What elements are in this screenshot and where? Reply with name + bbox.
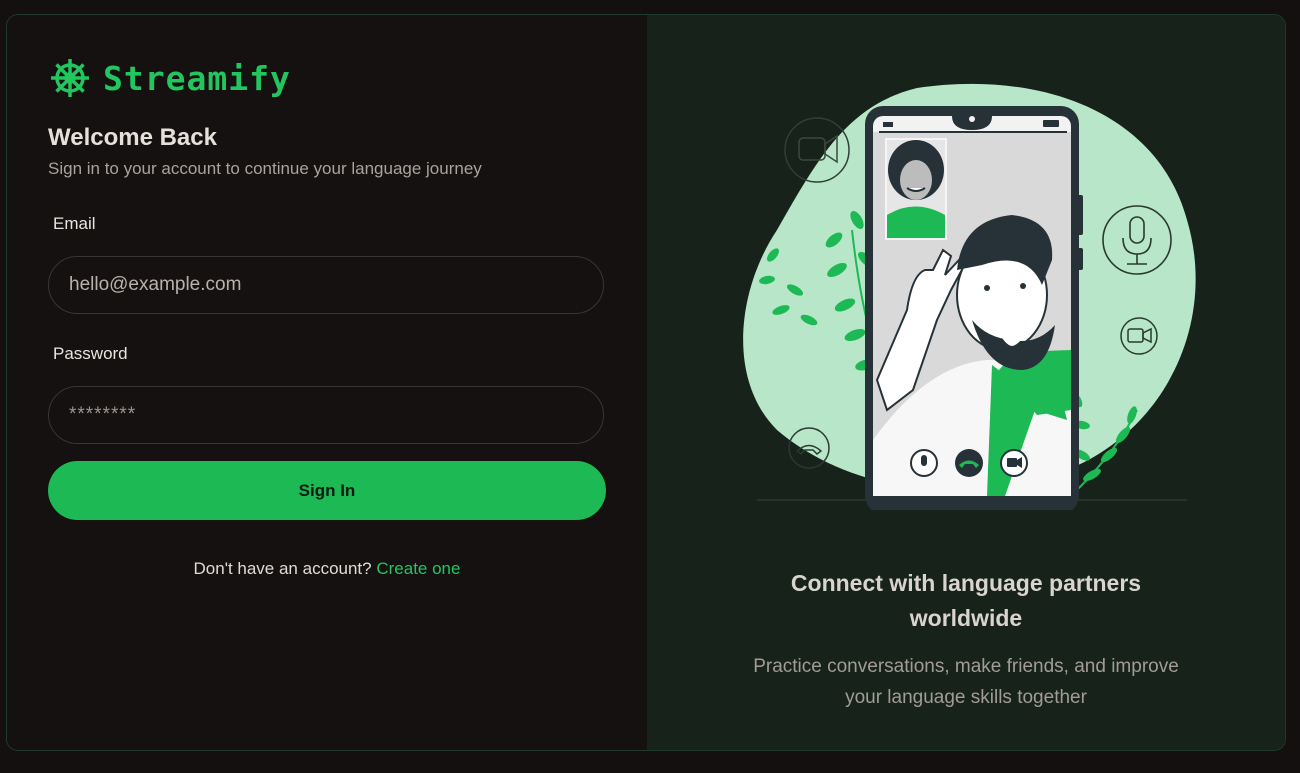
ship-wheel-icon [51, 59, 89, 97]
sign-in-button[interactable]: Sign In [48, 461, 606, 520]
signup-prompt: Don't have an account? [193, 559, 372, 578]
video-call-illustration [743, 83, 1196, 510]
page-subtitle: Sign in to your account to continue your… [48, 159, 482, 178]
brand-logo[interactable]: Streamify [49, 57, 291, 99]
hero-description-line2: your language skills together [845, 687, 1087, 708]
brand-name: Streamify [103, 58, 291, 98]
hero-description-line1: Practice conversations, make friends, an… [753, 656, 1179, 677]
password-field[interactable]: ******** [48, 386, 604, 444]
hero-headline-line1: Connect with language partners [790, 570, 1142, 596]
password-label: Password [53, 344, 128, 363]
page-title: Welcome Back [48, 124, 217, 151]
signup-prompt-row: Don't have an account? Create one [7, 559, 647, 579]
email-label: Email [53, 214, 96, 233]
auth-card: Streamify Welcome Back Sign in to your a… [6, 14, 1286, 751]
create-account-link[interactable]: Create one [376, 559, 460, 578]
hero-description: Practice conversations, make friends, an… [647, 651, 1285, 713]
email-field[interactable]: hello@example.com [48, 256, 604, 314]
hero-headline: Connect with language partners worldwide [647, 566, 1285, 636]
hero-panel: Connect with language partners worldwide… [647, 15, 1285, 750]
hero-headline-line2: worldwide [909, 605, 1023, 631]
email-placeholder: hello@example.com [69, 274, 242, 295]
password-placeholder: ******** [69, 404, 137, 425]
login-panel: Streamify Welcome Back Sign in to your a… [7, 15, 647, 750]
